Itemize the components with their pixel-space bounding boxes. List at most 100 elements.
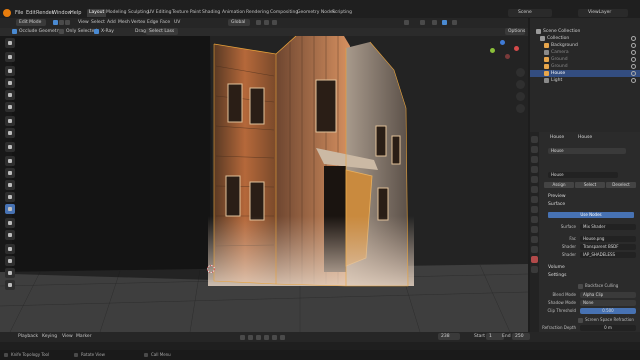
zoom-icon[interactable] (516, 68, 525, 77)
3d-viewport[interactable] (0, 36, 528, 332)
end-frame-field[interactable]: 250 (512, 333, 530, 340)
particles-tab-icon[interactable] (531, 216, 538, 223)
scale-tool-icon[interactable] (5, 90, 15, 100)
play-icon[interactable] (264, 335, 269, 340)
rotate-tool-icon[interactable] (5, 78, 15, 88)
mode-selector[interactable]: Edit Mode (16, 19, 46, 26)
add-cube-tool-icon[interactable] (5, 142, 15, 152)
clip-threshold-slider[interactable]: 0.500 (580, 308, 636, 314)
shading-rendered-icon[interactable] (452, 20, 457, 25)
header-menu-view[interactable]: View (78, 19, 89, 26)
xray-checkbox[interactable] (94, 29, 99, 34)
timeline-area[interactable] (0, 342, 640, 350)
tool-tab-icon[interactable] (531, 136, 538, 143)
menu-window[interactable]: Window (52, 9, 72, 17)
bevel-tool-icon[interactable] (5, 180, 15, 190)
outliner-row-ground[interactable]: Ground (530, 63, 640, 70)
header-menu-vertex[interactable]: Vertex (131, 19, 145, 26)
constraints-tab-icon[interactable] (531, 236, 538, 243)
tab-texture-paint[interactable]: Texture Paint (170, 9, 203, 17)
outliner-row-light[interactable]: Light (530, 77, 640, 84)
render-tab-icon[interactable] (531, 146, 538, 153)
header-menu-select[interactable]: Select (91, 19, 105, 26)
axis-y-icon[interactable] (490, 48, 495, 53)
visibility-eye-icon[interactable] (631, 57, 636, 62)
visibility-eye-icon[interactable] (631, 43, 636, 48)
current-frame-field[interactable]: 238 (438, 333, 460, 340)
volume-section[interactable]: Volume (548, 265, 565, 271)
pivot-icon[interactable] (256, 20, 261, 25)
menu-file[interactable]: File (15, 9, 23, 17)
physics-tab-icon[interactable] (531, 226, 538, 233)
axis-neg-x-icon[interactable] (505, 54, 510, 59)
tab-shading[interactable]: Shading (200, 9, 222, 17)
next-key-icon[interactable] (272, 335, 277, 340)
shading-material-icon[interactable] (442, 20, 447, 25)
transform-tool-icon[interactable] (5, 102, 15, 112)
move-tool-icon[interactable] (5, 66, 15, 76)
material-tab-icon[interactable] (531, 256, 538, 263)
shrink-tool-icon[interactable] (5, 268, 15, 278)
spin-tool-icon[interactable] (5, 230, 15, 240)
data-tab-icon[interactable] (531, 246, 538, 253)
jump-start-icon[interactable] (240, 335, 245, 340)
shadow-mode-select[interactable]: None (580, 300, 636, 306)
play-reverse-icon[interactable] (256, 335, 261, 340)
material-slot-list-item[interactable]: House (548, 148, 626, 154)
xray-toggle-icon[interactable] (420, 20, 425, 25)
blend-mode-select[interactable]: Alpha Clip (580, 292, 636, 298)
visibility-eye-icon[interactable] (631, 50, 636, 55)
header-menu-face[interactable]: Face (160, 19, 170, 26)
perspective-grid-icon[interactable] (516, 104, 525, 113)
select-button[interactable]: Select (575, 182, 605, 188)
measure-tool-icon[interactable] (5, 128, 15, 138)
only-selected-checkbox[interactable] (59, 29, 64, 34)
use-nodes-button[interactable]: Use Nodes (548, 212, 634, 218)
jump-end-icon[interactable] (280, 335, 285, 340)
poly-build-tool-icon[interactable] (5, 218, 15, 228)
knife-tool-icon[interactable] (5, 204, 15, 214)
texture-tab-icon[interactable] (531, 266, 538, 273)
playback-menu[interactable]: Playback (18, 334, 38, 340)
output-tab-icon[interactable] (531, 156, 538, 163)
drag-label[interactable]: Drag (135, 28, 146, 35)
backface-culling-checkbox[interactable] (578, 284, 583, 289)
tab-scripting[interactable]: Scripting (330, 9, 354, 17)
axis-z-icon[interactable] (500, 40, 505, 45)
preview-section[interactable]: Preview (548, 194, 566, 200)
edge-select-icon[interactable] (59, 20, 64, 25)
tab-modeling[interactable]: Modeling (104, 9, 128, 17)
world-tab-icon[interactable] (531, 186, 538, 193)
modifier-tab-icon[interactable] (531, 206, 538, 213)
scene-tab-icon[interactable] (531, 176, 538, 183)
blender-logo-icon[interactable] (3, 9, 11, 17)
header-menu-add[interactable]: Add (107, 19, 116, 26)
tab-rendering[interactable]: Rendering (244, 9, 271, 17)
header-menu-uv[interactable]: UV (174, 19, 180, 26)
keying-menu[interactable]: Keying (42, 334, 57, 340)
snap-icon[interactable] (264, 20, 269, 25)
options-button[interactable]: Options (505, 28, 525, 35)
tab-animation[interactable]: Animation (220, 9, 247, 17)
outliner-row-ground[interactable]: Ground (530, 56, 640, 63)
prev-key-icon[interactable] (248, 335, 253, 340)
visibility-eye-icon[interactable] (631, 71, 636, 76)
assign-button[interactable]: Assign (544, 182, 574, 188)
view-layer-selector[interactable]: ViewLayer (578, 9, 628, 17)
orientation-selector[interactable]: Global (228, 19, 250, 26)
visibility-eye-icon[interactable] (631, 64, 636, 69)
annotate-tool-icon[interactable] (5, 116, 15, 126)
object-tab-icon[interactable] (531, 196, 538, 203)
pan-hand-icon[interactable] (516, 80, 525, 89)
outliner-row-collection[interactable]: Collection (530, 35, 640, 42)
loop-cut-tool-icon[interactable] (5, 192, 15, 202)
outliner-row-background[interactable]: Background (530, 42, 640, 49)
visibility-eye-icon[interactable] (631, 78, 636, 83)
outliner-row-house[interactable]: House (530, 70, 640, 77)
header-menu-mesh[interactable]: Mesh (118, 19, 130, 26)
inset-tool-icon[interactable] (5, 168, 15, 178)
edge-slide-tool-icon[interactable] (5, 256, 15, 266)
settings-section[interactable]: Settings (548, 273, 566, 279)
view-layer-tab-icon[interactable] (531, 166, 538, 173)
occlude-geometry-checkbox[interactable] (12, 29, 17, 34)
